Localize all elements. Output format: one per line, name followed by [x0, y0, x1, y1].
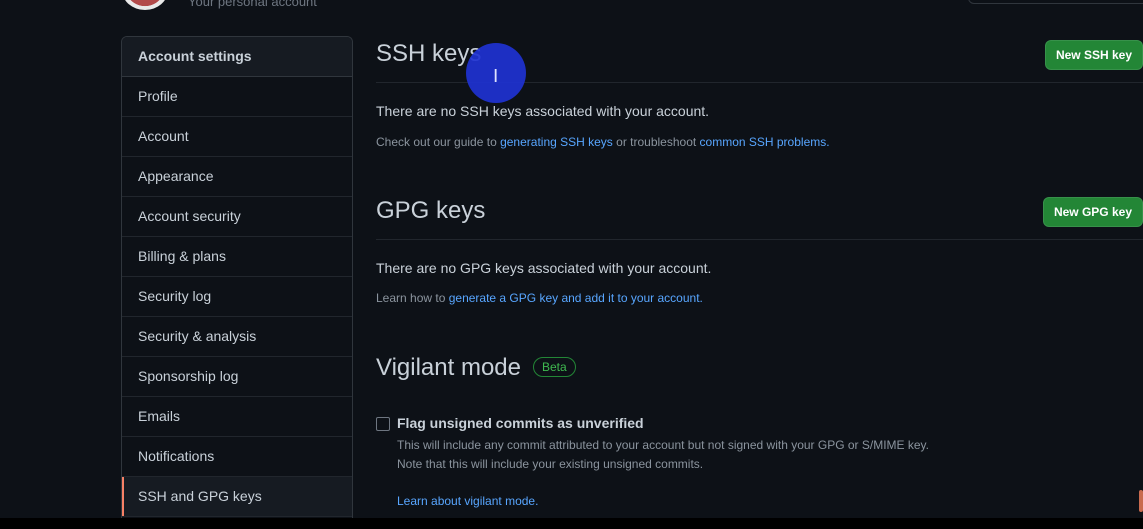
text-cursor-icon: I: [493, 66, 499, 87]
vigilant-section-header: Vigilant mode Beta: [376, 354, 1143, 394]
generate-gpg-key-link[interactable]: generate a GPG key and add it to your ac…: [449, 291, 703, 305]
sidebar-title: Account settings: [122, 37, 352, 77]
sidebar-item-emails[interactable]: Emails: [122, 397, 352, 437]
flag-unsigned-checkbox[interactable]: [376, 417, 390, 431]
gpg-keys-title: GPG keys: [376, 197, 486, 224]
sidebar-item-account[interactable]: Account: [122, 117, 352, 157]
sidebar-item-appearance[interactable]: Appearance: [122, 157, 352, 197]
sidebar-item-billing[interactable]: Billing & plans: [122, 237, 352, 277]
gpg-help-text: Learn how to generate a GPG key and add …: [376, 291, 703, 305]
ssh-empty-text: There are no SSH keys associated with yo…: [376, 103, 710, 119]
gpg-empty-text: There are no GPG keys associated with yo…: [376, 260, 712, 276]
vigilant-mode-title-text: Vigilant mode: [376, 354, 521, 381]
vigilant-mode-title: Vigilant mode Beta: [376, 354, 1143, 382]
learn-vigilant-mode-link[interactable]: Learn about vigilant mode.: [397, 494, 538, 508]
vigilant-description-2: Note that this will include your existin…: [397, 457, 704, 471]
sidebar-item-account-security[interactable]: Account security: [122, 197, 352, 237]
sidebar-item-notifications[interactable]: Notifications: [122, 437, 352, 477]
bottom-bar: [0, 518, 1143, 529]
ssh-help-middle: or troubleshoot: [612, 135, 700, 149]
gpg-help-prefix: Learn how to: [376, 291, 449, 305]
gpg-section-header: GPG keys New GPG key: [376, 197, 1143, 240]
vigilant-learn-more: Learn about vigilant mode.: [397, 494, 538, 508]
new-ssh-key-button[interactable]: New SSH key: [1044, 40, 1143, 70]
generating-ssh-keys-link[interactable]: generating SSH keys: [500, 135, 613, 149]
new-gpg-key-button[interactable]: New GPG key: [1042, 197, 1143, 227]
ssh-help-text: Check out our guide to generating SSH ke…: [376, 135, 830, 149]
sidebar-item-profile[interactable]: Profile: [122, 77, 352, 117]
settings-sidebar: Account settings Profile Account Appeara…: [121, 36, 353, 529]
sidebar-item-sponsorship-log[interactable]: Sponsorship log: [122, 357, 352, 397]
edge-fragment: [1139, 490, 1143, 512]
avatar[interactable]: [122, 0, 168, 10]
account-subtitle: Your personal account: [188, 0, 317, 9]
settings-page: Your personal account Account settings P…: [0, 0, 1143, 529]
sidebar-item-security-log[interactable]: Security log: [122, 277, 352, 317]
common-ssh-problems-link[interactable]: common SSH problems.: [700, 135, 830, 149]
vigilant-description-1: This will include any commit attributed …: [397, 438, 930, 452]
ssh-help-prefix: Check out our guide to: [376, 135, 501, 149]
flag-unsigned-label[interactable]: Flag unsigned commits as unverified: [397, 415, 644, 431]
beta-badge: Beta: [532, 356, 576, 377]
sidebar-item-ssh-gpg-keys[interactable]: SSH and GPG keys: [122, 477, 352, 517]
sidebar-item-security-analysis[interactable]: Security & analysis: [122, 317, 352, 357]
